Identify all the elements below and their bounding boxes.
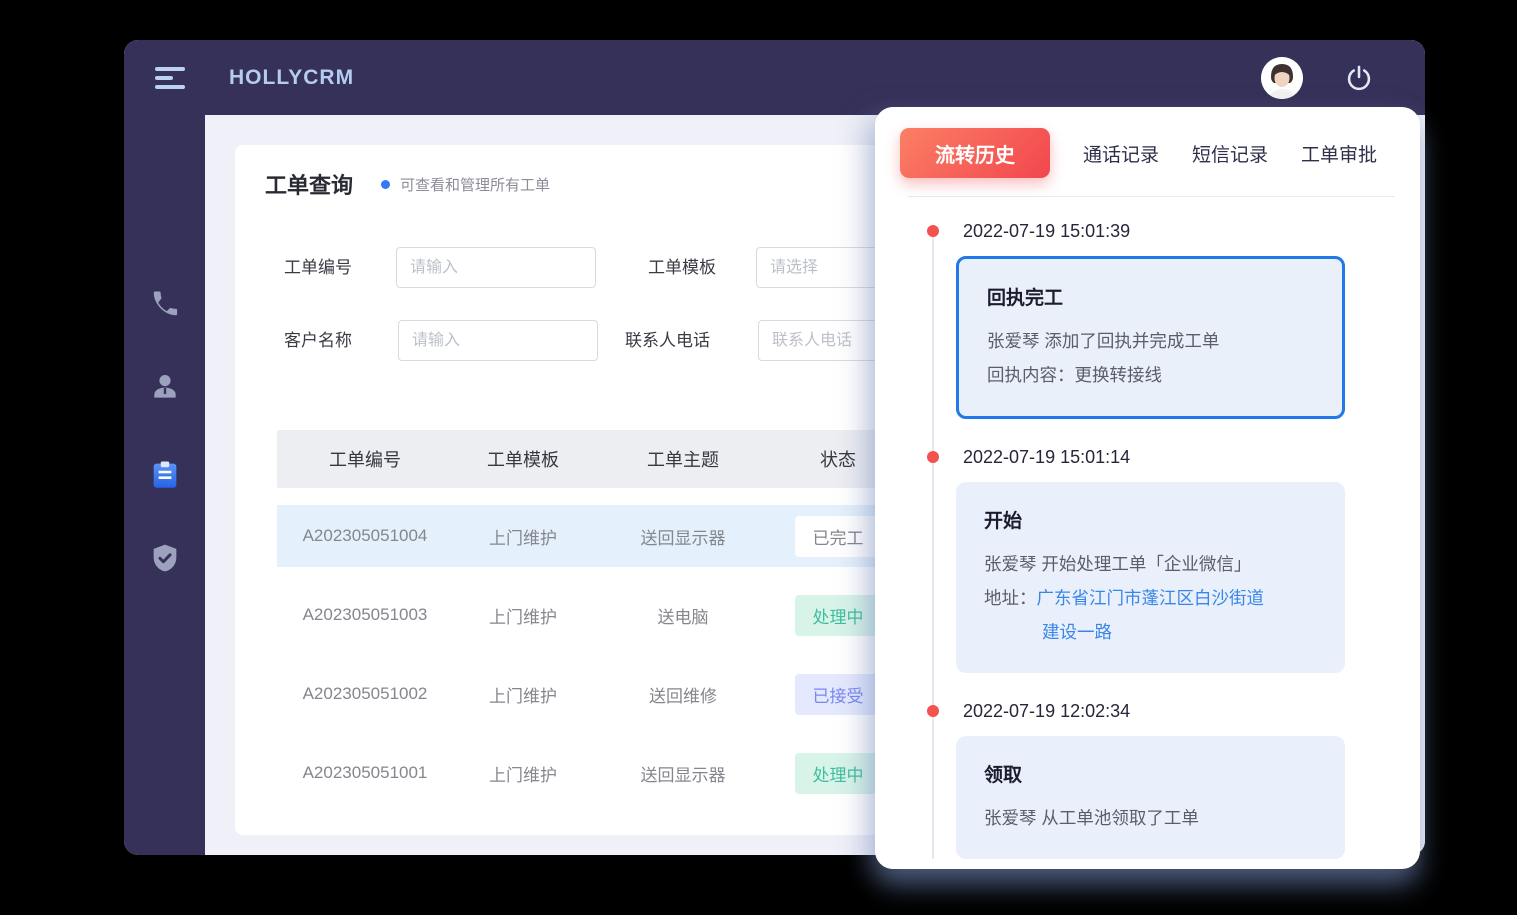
- address-link[interactable]: 广东省江门市蓬江区白沙街道: [1037, 588, 1265, 608]
- menu-icon[interactable]: [155, 67, 185, 89]
- avatar[interactable]: [1261, 57, 1303, 99]
- cell-order-id: A202305051004: [277, 526, 453, 546]
- avatar-image: [1261, 57, 1303, 99]
- table-row[interactable]: A202305051004上门维护送回显示器已完工: [277, 505, 917, 567]
- order-id-input[interactable]: [396, 247, 596, 288]
- timeline-card-title: 领取: [984, 760, 1317, 787]
- workorder-clipboard-icon: [148, 458, 182, 492]
- status-badge: 已接受: [795, 674, 881, 715]
- cell-template: 上门维护: [453, 682, 593, 707]
- power-icon[interactable]: [1345, 64, 1373, 92]
- timeline-text: 张爱琴 开始处理工单「企业微信」: [984, 554, 1251, 574]
- cell-template: 上门维护: [453, 761, 593, 786]
- timeline-card-title: 回执完工: [987, 283, 1314, 310]
- timeline-entry: 2022-07-19 12:02:34 领取张爱琴 从工单池领取了工单: [875, 699, 1420, 859]
- cell-subject: 送回显示器: [593, 761, 773, 786]
- table-header-order-id: 工单编号: [277, 446, 453, 472]
- shield-check-icon: [149, 542, 181, 574]
- timeline-card-highlighted: 回执完工张爱琴 添加了回执并完成工单回执内容：更换转接线: [956, 256, 1345, 419]
- table-row[interactable]: A202305051003上门维护送电脑处理中: [277, 584, 917, 646]
- timeline-card-line: 地址：广东省江门市蓬江区白沙街道: [984, 581, 1317, 615]
- timeline-card-title: 开始: [984, 506, 1317, 533]
- cell-order-id: A202305051001: [277, 763, 453, 783]
- tab-sms-records[interactable]: 短信记录: [1192, 140, 1268, 167]
- page-title: 工单查询: [265, 168, 353, 200]
- history-panel: 流转历史 通话记录 短信记录 工单审批 2022-07-19 15:01:39 回…: [875, 107, 1420, 869]
- panel-tabs: 流转历史 通话记录 短信记录 工单审批: [875, 107, 1420, 178]
- sidebar-item-security[interactable]: [124, 530, 205, 586]
- filter-label-template: 工单模板: [648, 247, 716, 288]
- sidebar: [124, 115, 205, 855]
- sidebar-item-contacts[interactable]: [124, 359, 205, 415]
- timeline-timestamp: 2022-07-19 15:01:39: [875, 219, 1420, 243]
- timeline-dot-icon: [927, 225, 939, 237]
- phone-icon: [150, 289, 180, 319]
- cell-order-id: A202305051002: [277, 684, 453, 704]
- filter-label-contact-phone: 联系人电话: [625, 320, 710, 361]
- cell-subject: 送回显示器: [593, 524, 773, 549]
- timeline-card-line: 张爱琴 从工单池领取了工单: [984, 801, 1317, 835]
- menu-bar: [155, 67, 185, 71]
- status-badge: 处理中: [795, 595, 881, 636]
- filter-label-customer: 客户名称: [284, 320, 352, 361]
- timeline-dot-icon: [927, 451, 939, 463]
- tabs-divider: [908, 196, 1395, 197]
- timeline-dot-icon: [927, 705, 939, 717]
- timeline-text: 地址：: [984, 588, 1037, 608]
- timeline-card: 开始张爱琴 开始处理工单「企业微信」地址：广东省江门市蓬江区白沙街道建设一路: [956, 482, 1345, 673]
- timeline-card-line: 回执内容：更换转接线: [987, 358, 1314, 392]
- timeline-text: 回执内容：更换转接线: [987, 365, 1162, 385]
- timeline-card-line: 建设一路: [984, 615, 1317, 649]
- menu-bar: [155, 85, 185, 89]
- workorder-table: 工单编号 工单模板 工单主题 状态 A202305051004上门维护送回显示器…: [277, 430, 917, 804]
- cell-template: 上门维护: [453, 524, 593, 549]
- timeline-text: 张爱琴 添加了回执并完成工单: [987, 331, 1219, 351]
- tab-call-records[interactable]: 通话记录: [1083, 140, 1159, 167]
- sidebar-item-phone[interactable]: [124, 276, 205, 332]
- table-header-template: 工单模板: [453, 446, 593, 472]
- cell-subject: 送回维修: [593, 682, 773, 707]
- tab-flow-history[interactable]: 流转历史: [900, 128, 1050, 178]
- title-dot: [381, 180, 390, 189]
- status-badge: 已完工: [795, 516, 881, 557]
- timeline-timestamp: 2022-07-19 15:01:14: [875, 445, 1420, 469]
- timeline-timestamp: 2022-07-19 12:02:34: [875, 699, 1420, 723]
- customer-name-input[interactable]: [398, 320, 598, 361]
- table-header-subject: 工单主题: [593, 446, 773, 472]
- table-header: 工单编号 工单模板 工单主题 状态: [277, 430, 917, 488]
- timeline-card-line: 张爱琴 添加了回执并完成工单: [987, 324, 1314, 358]
- brand-logo: HOLLYCRM: [229, 66, 354, 90]
- timeline-card: 领取张爱琴 从工单池领取了工单: [956, 736, 1345, 859]
- filter-label-order-id: 工单编号: [284, 247, 352, 288]
- timeline: 2022-07-19 15:01:39 回执完工张爱琴 添加了回执并完成工单回执内…: [875, 219, 1420, 859]
- top-bar: HOLLYCRM: [124, 40, 1425, 115]
- status-badge: 处理中: [795, 753, 881, 794]
- cell-order-id: A202305051003: [277, 605, 453, 625]
- cell-subject: 送电脑: [593, 603, 773, 628]
- sidebar-item-workorders[interactable]: [124, 447, 205, 503]
- timeline-entry: 2022-07-19 15:01:14开始张爱琴 开始处理工单「企业微信」地址：…: [875, 445, 1420, 673]
- cell-template: 上门维护: [453, 603, 593, 628]
- timeline-entry: 2022-07-19 15:01:39 回执完工张爱琴 添加了回执并完成工单回执内…: [875, 219, 1420, 419]
- timeline-card-line: 张爱琴 开始处理工单「企业微信」: [984, 547, 1317, 581]
- menu-bar: [155, 76, 173, 80]
- tab-approval[interactable]: 工单审批: [1301, 140, 1377, 167]
- page-subtitle: 可查看和管理所有工单: [400, 174, 550, 195]
- table-row[interactable]: A202305051002上门维护送回维修已接受: [277, 663, 917, 725]
- address-link[interactable]: 建设一路: [1042, 622, 1112, 642]
- contact-icon: [149, 371, 181, 403]
- table-body: A202305051004上门维护送回显示器已完工A202305051003上门…: [277, 505, 917, 804]
- timeline-text: 张爱琴 从工单池领取了工单: [984, 808, 1199, 828]
- table-row[interactable]: A202305051001上门维护送回显示器处理中: [277, 742, 917, 804]
